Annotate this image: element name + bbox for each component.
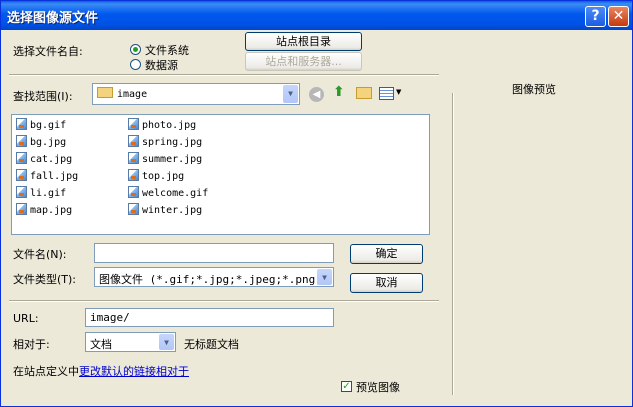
file-item[interactable]: spring.jpg xyxy=(128,135,202,149)
file-item[interactable]: bg.gif xyxy=(16,118,66,132)
look-in-select[interactable]: image ▼ xyxy=(92,83,300,105)
preview-divider xyxy=(452,93,454,395)
close-icon[interactable]: ✕ xyxy=(608,6,629,27)
file-item[interactable]: map.jpg xyxy=(16,203,72,217)
radio-file-system[interactable] xyxy=(130,44,141,55)
image-file-icon xyxy=(128,118,139,130)
file-item[interactable]: top.jpg xyxy=(128,169,184,183)
file-item[interactable]: summer.jpg xyxy=(128,152,202,166)
select-from-label: 选择文件名自: xyxy=(13,45,83,58)
relative-to-select[interactable]: 文档 ▼ xyxy=(85,332,176,352)
radio-data-source[interactable] xyxy=(130,59,141,70)
folder-icon xyxy=(97,87,113,98)
preview-title: 图像预览 xyxy=(512,83,556,96)
window-title: 选择图像源文件 xyxy=(7,11,99,26)
image-file-icon xyxy=(16,135,27,147)
file-item[interactable]: li.gif xyxy=(16,186,66,200)
filename-input[interactable] xyxy=(94,243,334,263)
filename-label: 文件名(N): xyxy=(13,248,67,261)
site-root-button[interactable]: 站点根目录 xyxy=(245,32,362,51)
image-file-icon xyxy=(16,186,27,198)
url-input[interactable]: image/ xyxy=(85,308,334,327)
view-dropdown-icon[interactable]: ▼ xyxy=(396,88,401,96)
preview-checkbox[interactable]: ✓ xyxy=(341,381,352,392)
change-default-link[interactable]: 更改默认的链接相对于 xyxy=(79,365,189,378)
chevron-down-icon[interactable]: ▼ xyxy=(159,334,174,350)
view-menu-icon[interactable] xyxy=(379,87,394,100)
filetype-label: 文件类型(T): xyxy=(13,273,77,286)
image-file-icon xyxy=(128,152,139,164)
title-bar[interactable]: 选择图像源文件 ? ✕ xyxy=(1,1,632,30)
look-in-value: image xyxy=(117,89,148,100)
file-item[interactable]: welcome.gif xyxy=(128,186,208,200)
file-item[interactable]: bg.jpg xyxy=(16,135,66,149)
image-file-icon xyxy=(16,152,27,164)
chevron-down-icon[interactable]: ▼ xyxy=(283,85,298,103)
ok-button[interactable]: 确定 xyxy=(350,244,423,264)
file-item[interactable]: cat.jpg xyxy=(16,152,72,166)
file-item[interactable]: photo.jpg xyxy=(128,118,196,132)
radio-data-source-label[interactable]: 数据源 xyxy=(145,57,178,73)
site-servers-button[interactable]: 站点和服务器... xyxy=(245,52,362,71)
relative-to-value: 文档 xyxy=(90,338,112,351)
new-folder-icon[interactable] xyxy=(356,87,372,99)
image-file-icon xyxy=(128,203,139,215)
filetype-select[interactable]: 图像文件 (*.gif;*.jpg;*.jpeg;*.png;* ▼ xyxy=(94,267,334,287)
radio-file-system-label[interactable]: 文件系统 xyxy=(145,42,189,58)
image-file-icon xyxy=(16,203,27,215)
image-file-icon xyxy=(16,118,27,130)
help-icon[interactable]: ? xyxy=(585,6,606,27)
chevron-down-icon[interactable]: ▼ xyxy=(317,269,332,285)
back-icon[interactable]: ◀ xyxy=(309,87,324,102)
cancel-button[interactable]: 取消 xyxy=(350,273,423,293)
file-list[interactable]: bg.gif bg.jpg cat.jpg fall.jpg li.gif ma… xyxy=(11,114,430,235)
look-in-label: 查找范围(I): xyxy=(13,90,73,103)
image-file-icon xyxy=(128,169,139,181)
preview-checkbox-label[interactable]: 预览图像 xyxy=(356,379,400,395)
dialog-window: 选择图像源文件 ? ✕ 选择文件名自: 文件系统 数据源 站点根目录 站点和服务… xyxy=(0,0,633,407)
up-folder-icon[interactable]: ⬆ xyxy=(333,84,345,100)
image-file-icon xyxy=(128,186,139,198)
relative-to-label: 相对于: xyxy=(13,338,50,351)
image-file-icon xyxy=(128,135,139,147)
divider xyxy=(9,74,439,76)
file-item[interactable]: winter.jpg xyxy=(128,203,202,217)
divider xyxy=(9,300,439,302)
site-definition-text: 在站点定义中更改默认的链接相对于 xyxy=(13,365,189,378)
image-file-icon xyxy=(16,169,27,181)
url-label: URL: xyxy=(13,312,39,325)
filetype-value: 图像文件 (*.gif;*.jpg;*.jpeg;*.png;* xyxy=(99,273,329,286)
file-item[interactable]: fall.jpg xyxy=(16,169,78,183)
document-name: 无标题文档 xyxy=(184,338,239,351)
